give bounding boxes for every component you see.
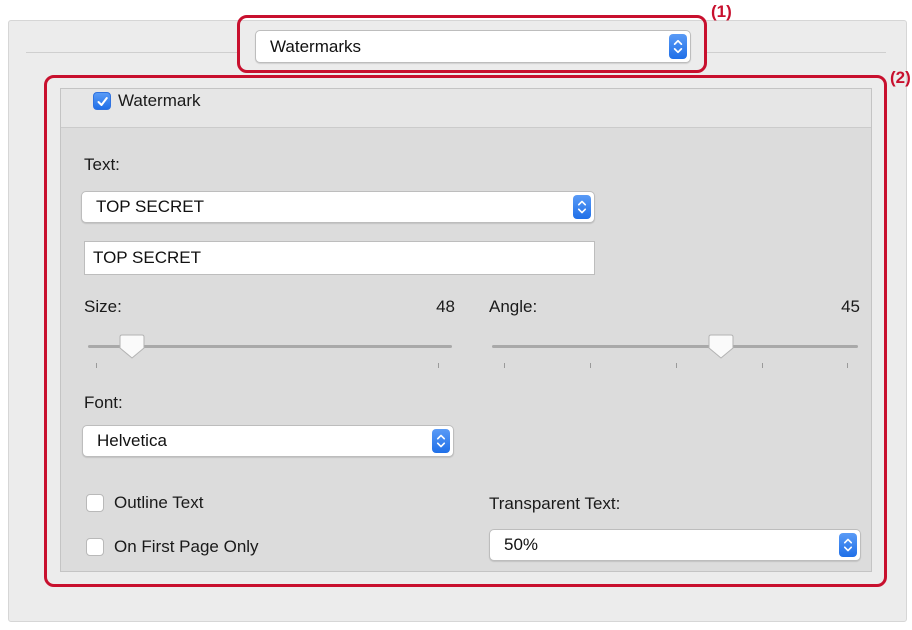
pane-menu-popup[interactable]: Watermarks bbox=[255, 30, 691, 63]
watermark-checkbox[interactable] bbox=[93, 92, 111, 110]
transparent-text-label: Transparent Text: bbox=[489, 494, 621, 513]
angle-slider-tick bbox=[590, 363, 591, 368]
size-value: 48 bbox=[436, 297, 455, 316]
transparent-text-value: 50% bbox=[504, 535, 539, 554]
angle-slider-tick bbox=[504, 363, 505, 368]
first-page-only-checkbox[interactable] bbox=[86, 538, 104, 556]
angle-slider[interactable] bbox=[492, 333, 858, 373]
text-preset-value: TOP SECRET bbox=[96, 197, 205, 216]
separator-right bbox=[706, 52, 886, 53]
size-slider-tick bbox=[438, 363, 439, 368]
angle-slider-tick bbox=[847, 363, 848, 368]
angle-label: Angle: bbox=[489, 297, 538, 316]
text-preset-popup[interactable]: TOP SECRET bbox=[81, 191, 595, 223]
outline-text-label: Outline Text bbox=[114, 493, 204, 512]
angle-slider-tick bbox=[762, 363, 763, 368]
text-label: Text: bbox=[84, 155, 120, 174]
font-value: Helvetica bbox=[97, 431, 167, 450]
size-slider[interactable] bbox=[88, 333, 452, 373]
font-label: Font: bbox=[84, 393, 123, 412]
size-slider-thumb[interactable] bbox=[119, 333, 145, 359]
font-popup[interactable]: Helvetica bbox=[82, 425, 454, 457]
size-slider-tick bbox=[96, 363, 97, 368]
angle-slider-track bbox=[492, 345, 858, 348]
separator-left bbox=[26, 52, 240, 53]
up-down-chevron-icon bbox=[669, 34, 687, 59]
up-down-chevron-icon bbox=[573, 195, 591, 219]
angle-slider-tick bbox=[676, 363, 677, 368]
watermark-checkbox-label: Watermark bbox=[118, 91, 201, 110]
angle-slider-thumb[interactable] bbox=[708, 333, 734, 359]
checkmark-icon bbox=[97, 97, 108, 106]
angle-value: 45 bbox=[841, 297, 860, 316]
callout-label-2: (2) bbox=[890, 68, 911, 87]
pane-menu-value: Watermarks bbox=[270, 36, 361, 56]
watermark-text-field[interactable] bbox=[84, 241, 595, 275]
transparent-text-popup[interactable]: 50% bbox=[489, 529, 861, 561]
callout-label-1: (1) bbox=[711, 2, 732, 21]
size-label: Size: bbox=[84, 297, 122, 316]
watermark-text-input[interactable] bbox=[93, 242, 573, 274]
first-page-only-label: On First Page Only bbox=[114, 537, 259, 556]
outline-text-checkbox[interactable] bbox=[86, 494, 104, 512]
up-down-chevron-icon bbox=[839, 533, 857, 557]
up-down-chevron-icon bbox=[432, 429, 450, 453]
